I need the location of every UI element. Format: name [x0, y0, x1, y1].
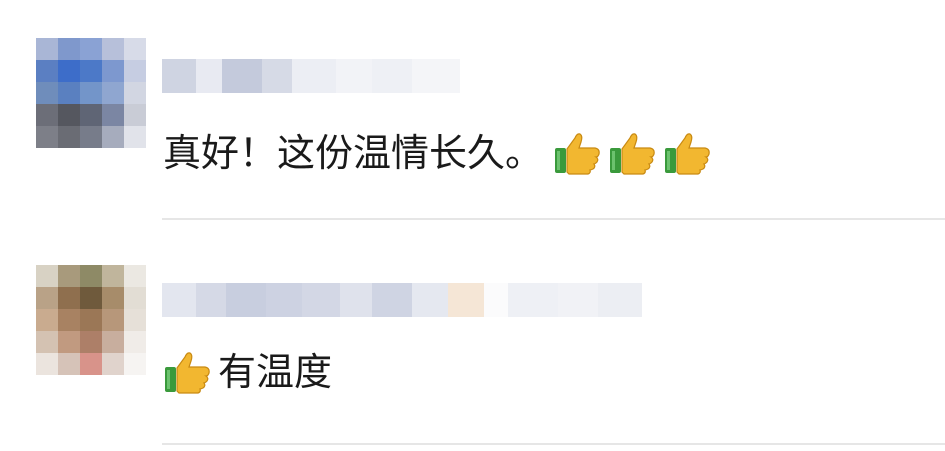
- thumbs-up-icon: [663, 128, 713, 178]
- comment-text: 真好！这份温情长久。: [163, 128, 718, 178]
- thumbs-up-icon: [608, 128, 658, 178]
- divider: [162, 218, 945, 220]
- comment-item-2: 有温度: [0, 225, 945, 451]
- divider: [162, 443, 945, 445]
- comment-item-1: 真好！这份温情长久。: [0, 0, 945, 225]
- avatar[interactable]: [36, 38, 146, 148]
- comment-text: 有温度: [163, 347, 332, 397]
- comment-body: 真好！这份温情长久。: [163, 131, 544, 175]
- nickname-blurred[interactable]: [162, 280, 742, 320]
- avatar[interactable]: [36, 265, 146, 375]
- thumbs-up-icon: [553, 128, 603, 178]
- thumbs-up-icon: [163, 347, 213, 397]
- comment-body: 有温度: [218, 350, 333, 394]
- nickname-blurred[interactable]: [162, 56, 492, 96]
